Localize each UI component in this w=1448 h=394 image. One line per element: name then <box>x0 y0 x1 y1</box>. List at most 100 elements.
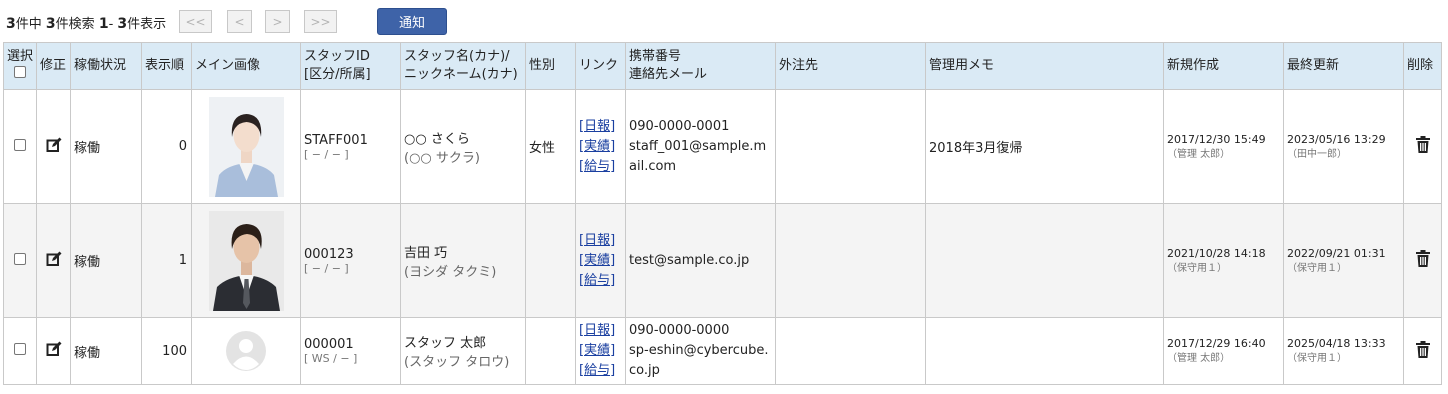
col-select-label: 選択 <box>7 49 34 64</box>
updated-by: （保守用１） <box>1287 353 1347 364</box>
results-link[interactable]: [実績] <box>579 137 622 157</box>
created-date: 2021/10/28 14:18 <box>1167 246 1266 260</box>
select-all-checkbox[interactable] <box>14 66 26 78</box>
updated-cell: 2022/09/21 01:31 （保守用１） <box>1283 203 1404 318</box>
row-checkbox[interactable] <box>14 252 26 265</box>
table-row: 稼働 1 000123 [ − / − ] 吉田 巧 (ヨシダ タクミ) [日報… <box>3 203 1442 318</box>
name-cell: 吉田 巧 (ヨシダ タクミ) <box>400 203 526 318</box>
contact-cell: 090-0000-0000 sp-eshin@cybercube.co.jp <box>625 317 776 385</box>
table-row: 稼働 0 STAFF001 [ − / − ] ○○ さくら (○○ サクラ) <box>3 89 1442 204</box>
notify-button[interactable]: 通知 <box>377 8 447 35</box>
col-contact-line1: 携帯番号 <box>629 49 682 64</box>
updated-cell: 2025/04/18 13:33 （保守用１） <box>1283 317 1404 385</box>
status-cell: 稼働 <box>70 317 142 385</box>
edit-icon[interactable] <box>46 137 62 153</box>
edit-icon[interactable] <box>46 341 62 357</box>
gender-cell <box>525 317 576 385</box>
trash-icon[interactable] <box>1415 136 1430 153</box>
col-staff-id-line1: スタッフID <box>304 49 370 64</box>
results-link[interactable]: [実績] <box>579 341 622 361</box>
pager-prev-button[interactable]: < <box>227 10 252 33</box>
col-contact-line2: 連絡先メール <box>629 67 708 82</box>
outsource-cell <box>775 203 926 318</box>
staff-id: STAFF001 <box>304 132 368 148</box>
created-date: 2017/12/30 15:49 <box>1167 132 1266 146</box>
male-staff-photo <box>208 210 284 311</box>
staff-table: 選択 修正 稼働状況 表示順 メイン画像 スタッフID [区分/所属] スタッフ… <box>3 42 1442 385</box>
order-cell: 100 <box>141 317 192 385</box>
created-by: （管理 太郎） <box>1167 353 1231 364</box>
pager-next-button[interactable]: > <box>265 10 290 33</box>
delete-cell <box>1403 89 1442 204</box>
salary-link[interactable]: [給与] <box>579 361 622 381</box>
staff-name: スタッフ 太郎 <box>404 336 487 351</box>
pager-last-button[interactable]: >> <box>304 10 337 33</box>
range-label: 件表示 <box>127 17 167 32</box>
name-cell: ○○ さくら (○○ サクラ) <box>400 89 526 204</box>
staff-group: [ − / − ] <box>304 261 349 275</box>
created-cell: 2017/12/30 15:49 （管理 太郎） <box>1163 89 1284 204</box>
created-by: （管理 太郎） <box>1167 148 1231 160</box>
image-cell <box>191 317 301 385</box>
results-link[interactable]: [実績] <box>579 251 622 271</box>
daily-report-link[interactable]: [日報] <box>579 117 622 137</box>
row-checkbox[interactable] <box>14 138 26 151</box>
updated-date: 2022/09/21 01:31 <box>1287 246 1386 260</box>
gender-cell <box>525 203 576 318</box>
col-name-line2: ニックネーム(カナ) <box>404 67 518 82</box>
trash-icon[interactable] <box>1415 250 1430 267</box>
col-name-line1: スタッフ名(カナ)/ <box>404 49 510 64</box>
staff-id: 000001 <box>304 337 354 352</box>
col-memo: 管理用メモ <box>925 42 1164 90</box>
staff-id: 000123 <box>304 246 354 262</box>
order-cell: 1 <box>141 203 192 318</box>
links-cell: [日報] [実績] [給与] <box>575 89 626 204</box>
staff-name: ○○ さくら <box>404 131 470 147</box>
col-staff-id-line2: [区分/所属] <box>304 67 371 82</box>
created-date: 2017/12/29 16:40 <box>1167 337 1266 350</box>
phone: 090-0000-0001 <box>629 118 730 134</box>
col-staff-id: スタッフID [区分/所属] <box>300 42 401 90</box>
created-cell: 2021/10/28 14:18 （保守用１） <box>1163 203 1284 318</box>
edit-icon[interactable] <box>46 251 62 267</box>
order-cell: 0 <box>141 89 192 204</box>
updated-by: （保守用１） <box>1287 262 1347 274</box>
search-label: 件検索 <box>55 17 95 32</box>
gender-cell: 女性 <box>525 89 576 204</box>
daily-report-link[interactable]: [日報] <box>579 321 622 341</box>
outsource-cell <box>775 89 926 204</box>
staff-group: [ − / − ] <box>304 147 349 161</box>
col-image: メイン画像 <box>191 42 301 90</box>
salary-link[interactable]: [給与] <box>579 157 622 177</box>
salary-link[interactable]: [給与] <box>579 271 622 291</box>
delete-cell <box>1403 203 1442 318</box>
range-end: 3 <box>117 16 128 32</box>
trash-icon[interactable] <box>1415 340 1430 358</box>
total-label: 件中 <box>15 17 42 32</box>
staff-id-cell: 000001 [ WS / − ] <box>300 317 401 385</box>
pager-first-button[interactable]: << <box>179 10 212 33</box>
daily-report-link[interactable]: [日報] <box>579 231 622 251</box>
row-checkbox[interactable] <box>14 343 26 355</box>
created-by: （保守用１） <box>1167 262 1227 274</box>
contact-cell: 090-0000-0001 staff_001@sample.mail.com <box>625 89 776 204</box>
email: staff_001@sample.mail.com <box>629 138 767 174</box>
staff-kana: (ヨシダ タクミ) <box>404 264 497 280</box>
links-cell: [日報] [実績] [給与] <box>575 317 626 385</box>
row-select-cell <box>3 317 37 385</box>
status-cell: 稼働 <box>70 89 142 204</box>
updated-date: 2023/05/16 13:29 <box>1287 132 1386 146</box>
staff-group: [ WS / − ] <box>304 352 358 365</box>
row-edit-cell <box>36 203 71 318</box>
status-cell: 稼働 <box>70 203 142 318</box>
col-status: 稼働状況 <box>70 42 142 90</box>
col-name: スタッフ名(カナ)/ ニックネーム(カナ) <box>400 42 526 90</box>
updated-date: 2025/04/18 13:33 <box>1287 337 1386 350</box>
memo-cell: 2018年3月復帰 <box>925 89 1164 204</box>
staff-kana: (○○ サクラ) <box>404 150 480 166</box>
memo-cell <box>925 203 1164 318</box>
col-edit: 修正 <box>36 42 71 90</box>
col-delete: 削除 <box>1403 42 1442 90</box>
staff-kana: (スタッフ タロウ) <box>404 355 510 370</box>
row-select-cell <box>3 89 37 204</box>
